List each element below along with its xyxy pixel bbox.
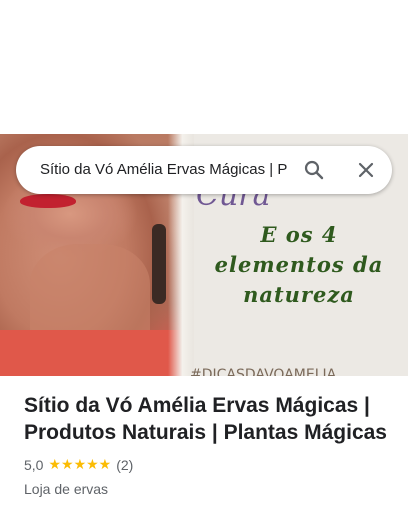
photo-hashtag: #DICASDAVÓAMELIA (190, 368, 337, 376)
rating-row[interactable]: 5,0 ★★★★★ (2) (24, 456, 394, 474)
photo-neck (30, 244, 150, 344)
place-info: Sítio da Vó Amélia Ervas Mágicas | Produ… (24, 392, 394, 498)
place-category: Loja de ervas (24, 481, 109, 497)
photo-clothing (0, 330, 180, 376)
rating-value: 5,0 (24, 457, 44, 473)
close-icon[interactable] (354, 158, 378, 182)
place-title: Sítio da Vó Amélia Ervas Mágicas | Produ… (24, 394, 387, 444)
photo-hair (152, 224, 166, 304)
star-rating-icon: ★★★★★ (48, 457, 112, 473)
review-count[interactable]: (2) (116, 456, 133, 474)
search-bar[interactable]: Sítio da Vó Amélia Ervas Mágicas | P (16, 146, 392, 194)
photo-heading-line: E os 4 (260, 222, 338, 247)
search-icon[interactable] (302, 158, 326, 182)
search-input[interactable]: Sítio da Vó Amélia Ervas Mágicas | P (40, 160, 290, 180)
photo-heading-line: natureza (243, 282, 355, 307)
photo-lips (20, 194, 76, 208)
photo-heading-line: elementos da (214, 252, 384, 277)
photo-heading: E os 4 elementos da natureza (190, 220, 408, 310)
